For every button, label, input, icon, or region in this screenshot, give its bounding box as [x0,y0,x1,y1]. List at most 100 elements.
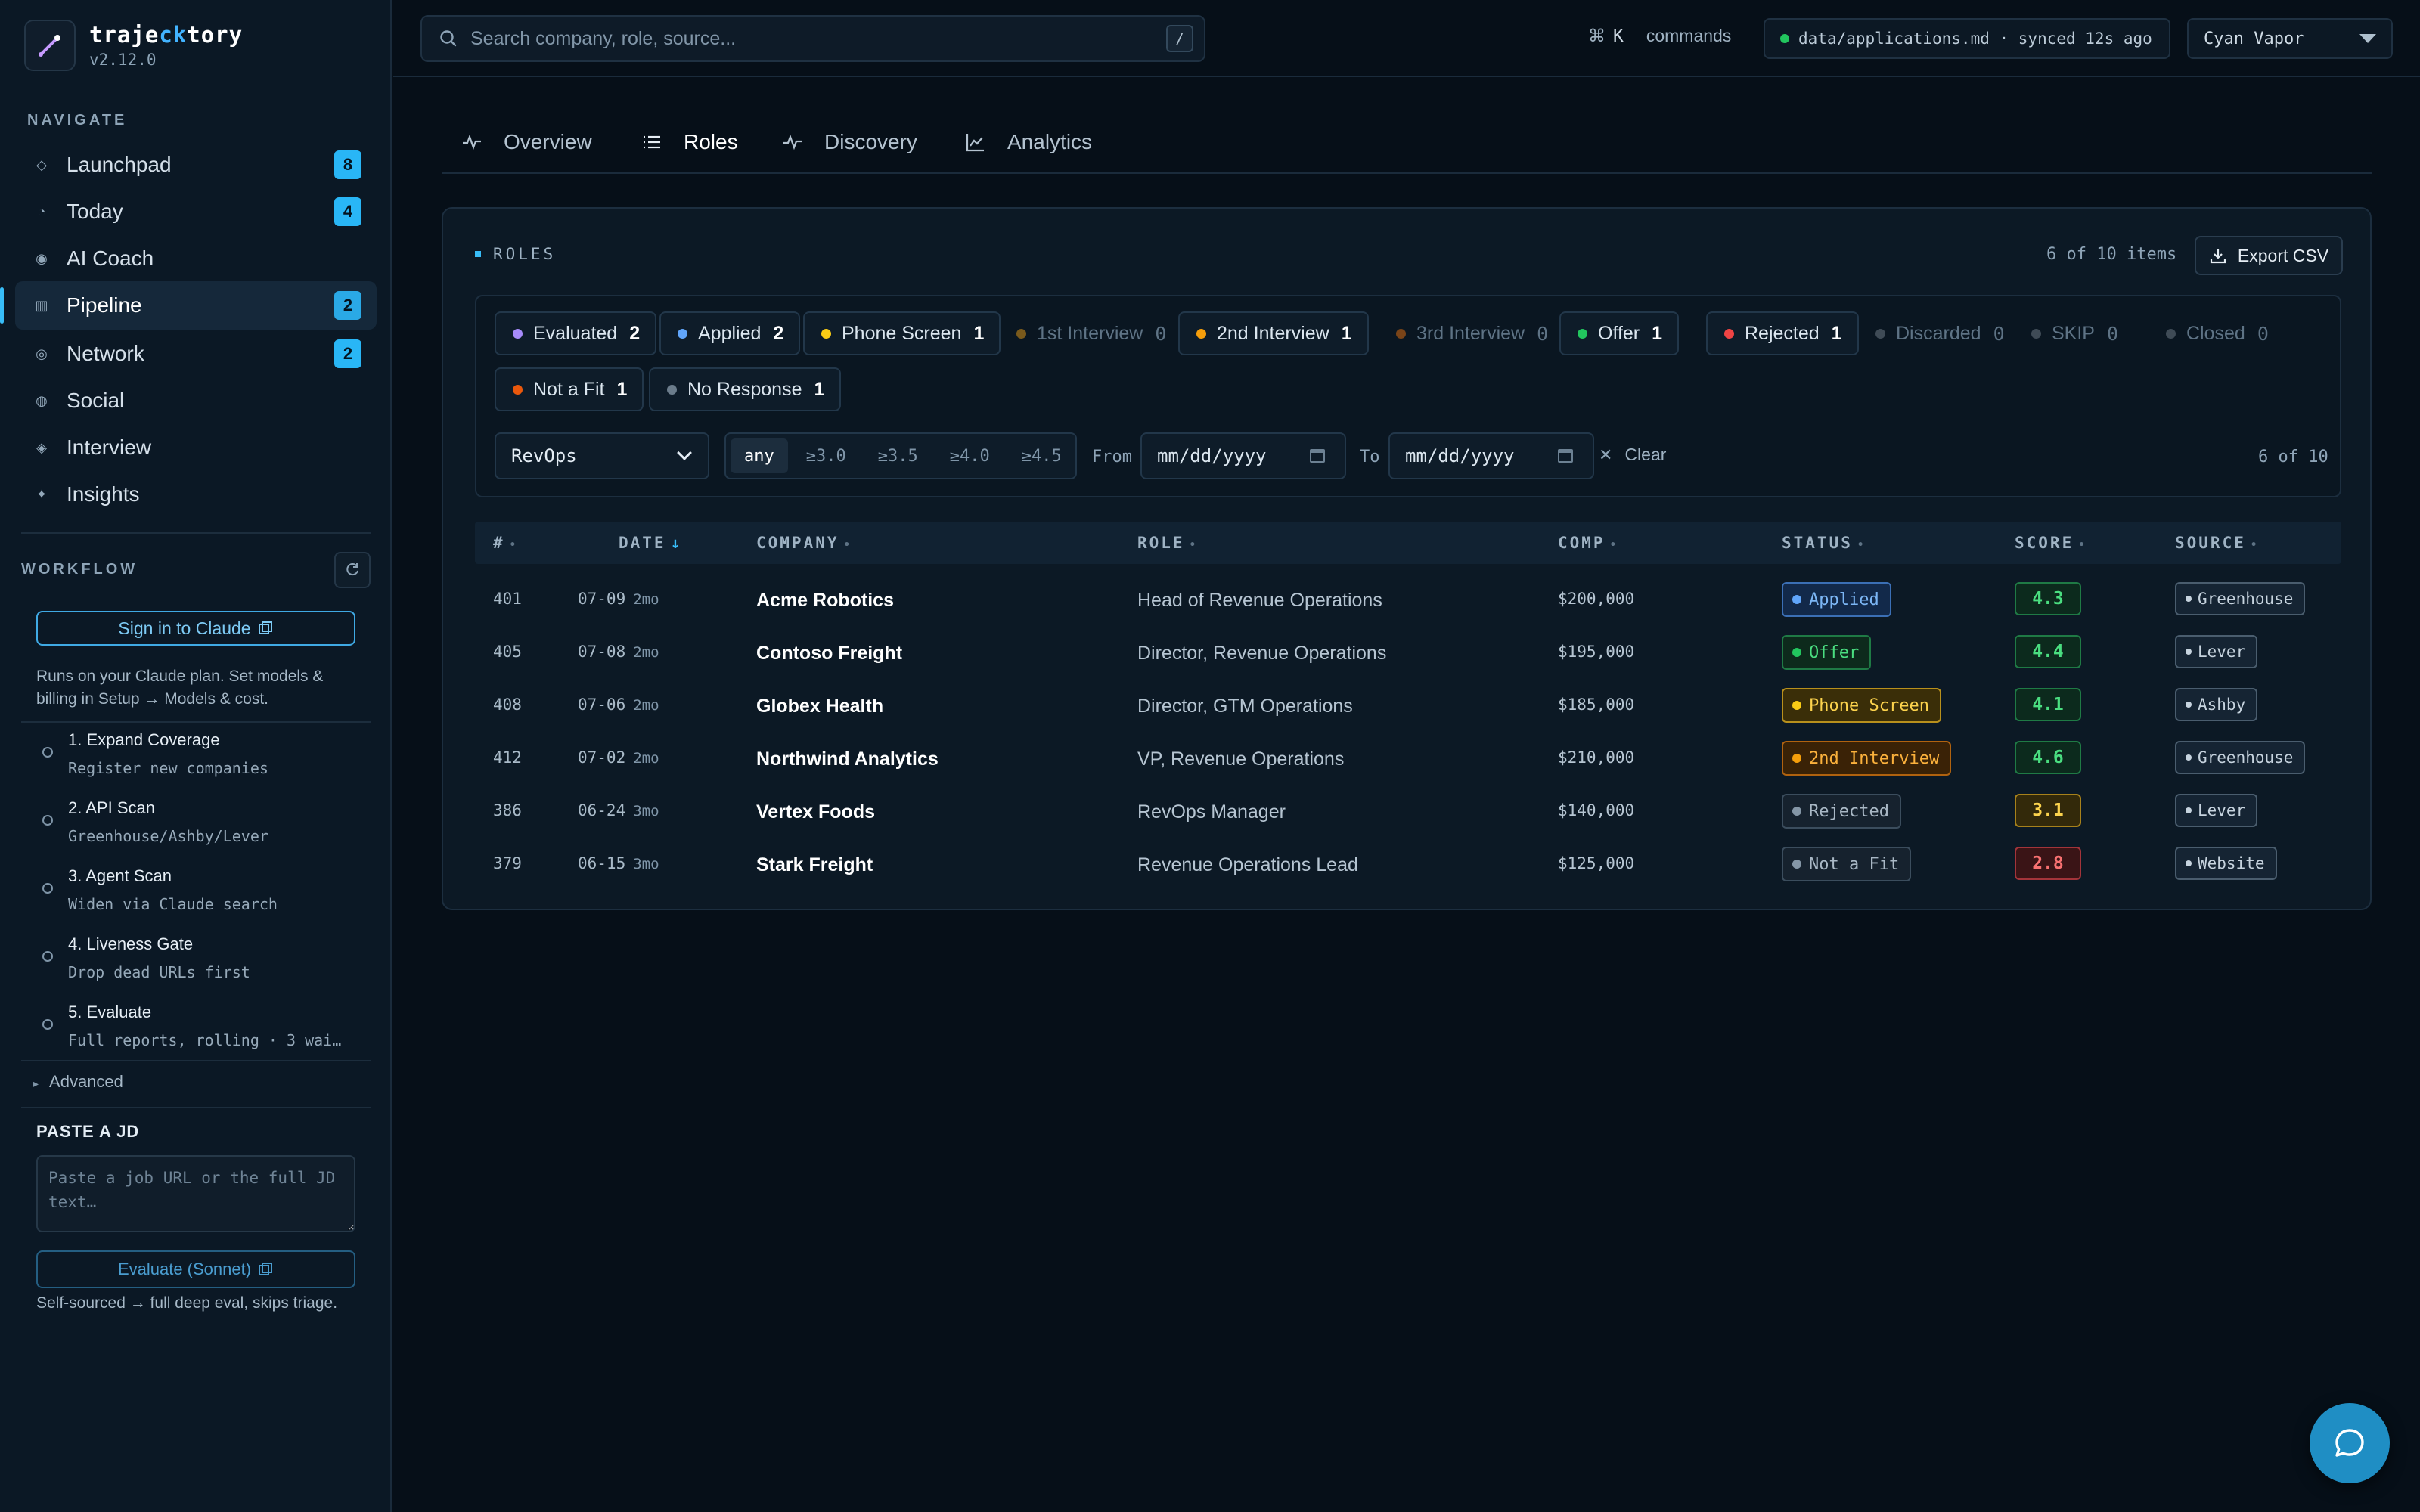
tab-analytics[interactable]: Analytics [965,130,1092,154]
company-name[interactable]: Globex Health [756,696,883,717]
sidebar-item-pipeline[interactable]: ▥ Pipeline 2 [0,281,377,330]
score-option[interactable]: any [731,438,788,473]
search-box[interactable]: / [420,15,1205,62]
source-dot-icon [2186,702,2192,708]
sort-icon: • [1609,539,1619,551]
sidebar-item-launchpad[interactable]: ◇ Launchpad 8 [15,141,377,189]
theme-select[interactable]: Cyan Vapor [2187,18,2393,59]
column-header-score[interactable]: SCORE • [2015,534,2087,552]
status-filter-chip-discarded[interactable]: Discarded 0 [1857,311,2021,355]
sidebar-item-social[interactable]: ◍ Social [15,376,377,425]
status-filter-chip-no-response[interactable]: No Response 1 [649,367,842,411]
source-dot-icon [2186,649,2192,655]
source-badge: Lever [2175,635,2258,668]
column-header-label: COMP [1558,534,1606,552]
score-option[interactable]: ≥3.5 [864,438,932,473]
command-palette-hint[interactable]: ⌘ K commands [1588,26,1731,46]
roles-card: ROLES 6 of 10 items Export CSV Evaluated… [442,207,2372,910]
company-name[interactable]: Vertex Foods [756,801,875,823]
export-csv-button[interactable]: Export CSV [2195,236,2343,275]
sign-in-claude-button[interactable]: Sign in to Claude [36,611,355,646]
step-status-icon [42,1019,53,1030]
chip-label: SKIP [2052,322,2095,344]
from-date-input[interactable]: mm/dd/yyyy [1140,432,1346,479]
source-label: Lever [2198,801,2246,820]
calendar-icon[interactable] [1310,449,1325,463]
sidebar-item-today[interactable]: ◔ Today 4 [15,187,377,236]
evaluate-button[interactable]: Evaluate (Sonnet) [36,1250,355,1288]
column-header-date[interactable]: DATE ↓ [619,534,682,552]
sort-icon: • [1189,539,1199,551]
workflow-step[interactable]: 3. Agent Scan Widen via Claude search [42,866,375,927]
compensation: $200,000 [1558,590,1635,608]
column-header-company[interactable]: COMPANY • [756,534,852,552]
command-key-letter: K [1613,26,1624,46]
card-title-text: ROLES [493,245,557,263]
chip-label: 2nd Interview [1217,322,1329,344]
copy-icon [259,1263,273,1275]
table-row[interactable]: 405 07-08 2mo Contoso Freight Director, Reve… [475,627,2341,680]
clear-filters-button[interactable]: ✕ Clear [1599,445,1666,465]
company-name[interactable]: Stark Freight [756,854,873,876]
refresh-workflow-button[interactable] [334,552,371,588]
chip-label: Not a Fit [533,378,605,400]
table-row[interactable]: 408 07-06 2mo Globex Health Director, GTM Op… [475,680,2341,733]
workflow-step[interactable]: 5. Evaluate Full reports, rolling · 3 wai… [42,1002,375,1063]
workflow-step[interactable]: 2. API Scan Greenhouse/Ashby/Lever [42,798,375,859]
score-option[interactable]: ≥4.5 [1008,438,1075,473]
sidebar-item-ai-coach[interactable]: ◉ AI Coach [15,234,377,283]
status-filter-chip-2nd-interview[interactable]: 2nd Interview 1 [1178,311,1369,355]
calendar-icon[interactable] [1558,449,1573,463]
tab-discovery[interactable]: Discovery [782,130,917,154]
column-header-comp[interactable]: COMP • [1558,534,1618,552]
workflow-label: WORKFLOW [21,561,138,578]
status-filter-chip-applied[interactable]: Applied 2 [659,311,801,355]
status-filter-chip-rejected[interactable]: Rejected 1 [1706,311,1859,355]
table-row[interactable]: 412 07-02 2mo Northwind Analytics VP, Revenu… [475,733,2341,786]
sidebar-item-insights[interactable]: ✦ Insights [15,470,377,519]
status-filter-chip-not-a-fit[interactable]: Not a Fit 1 [495,367,644,411]
workflow-step[interactable]: 1. Expand Coverage Register new companies [42,730,375,791]
score-option[interactable]: ≥3.0 [793,438,860,473]
column-header-status[interactable]: STATUS • [1782,534,1866,552]
chip-count: 1 [1341,322,1352,344]
items-count: 6 of 10 items [2046,245,2177,264]
tab-overview[interactable]: Overview [461,130,592,154]
status-filter-chip-1st-interview[interactable]: 1st Interview 0 [998,311,1183,355]
row-date: 06-15 3mo [578,854,659,872]
company-name[interactable]: Contoso Freight [756,643,902,665]
status-filter-chip-phone-screen[interactable]: Phone Screen 1 [803,311,1001,355]
status-filter-chip-closed[interactable]: Closed 0 [2148,311,2285,355]
relative-age: 2mo [633,750,659,767]
advanced-toggle[interactable]: ▸ Advanced [33,1072,123,1092]
search-input[interactable] [470,27,1166,50]
sparkle-icon: ✦ [36,486,48,502]
table-row[interactable]: 379 06-15 3mo Stark Freight Revenue Operatio… [475,839,2341,892]
tab-roles[interactable]: Roles [641,130,738,154]
sidebar-item-network[interactable]: ◎ Network 2 [15,330,377,378]
advanced-label: Advanced [49,1072,123,1091]
sync-status[interactable]: data/applications.md · synced 12s ago [1764,18,2170,59]
company-name[interactable]: Acme Robotics [756,590,894,612]
status-filter-chip-skip[interactable]: SKIP 0 [2013,311,2135,355]
chat-button[interactable] [2310,1403,2390,1483]
chip-label: Closed [2186,322,2245,344]
sidebar-item-interview[interactable]: ◈ Interview [15,423,377,472]
status-filter-chip-evaluated[interactable]: Evaluated 2 [495,311,657,355]
status-filter-chip-offer[interactable]: Offer 1 [1559,311,1680,355]
column-header-role[interactable]: ROLE • [1137,534,1198,552]
jd-textarea[interactable] [36,1155,355,1232]
column-header-id[interactable]: # • [493,534,518,552]
score-option[interactable]: ≥4.0 [936,438,1004,473]
table-row[interactable]: 386 06-24 3mo Vertex Foods RevOps Manager $14… [475,786,2341,839]
column-header-source[interactable]: SOURCE • [2175,534,2259,552]
category-select[interactable]: RevOps [495,432,709,479]
workflow-step[interactable]: 4. Liveness Gate Drop dead URLs first [42,934,375,995]
table-row[interactable]: 401 07-09 2mo Acme Robotics Head of Revenue … [475,575,2341,627]
to-date-input[interactable]: mm/dd/yyyy [1388,432,1594,479]
divider [21,532,371,534]
company-name[interactable]: Northwind Analytics [756,748,939,770]
date-value: 07-09 [578,590,626,608]
brand[interactable]: trajecktory v2.12.0 [24,18,243,73]
status-filter-chip-3rd-interview[interactable]: 3rd Interview 0 [1378,311,1565,355]
